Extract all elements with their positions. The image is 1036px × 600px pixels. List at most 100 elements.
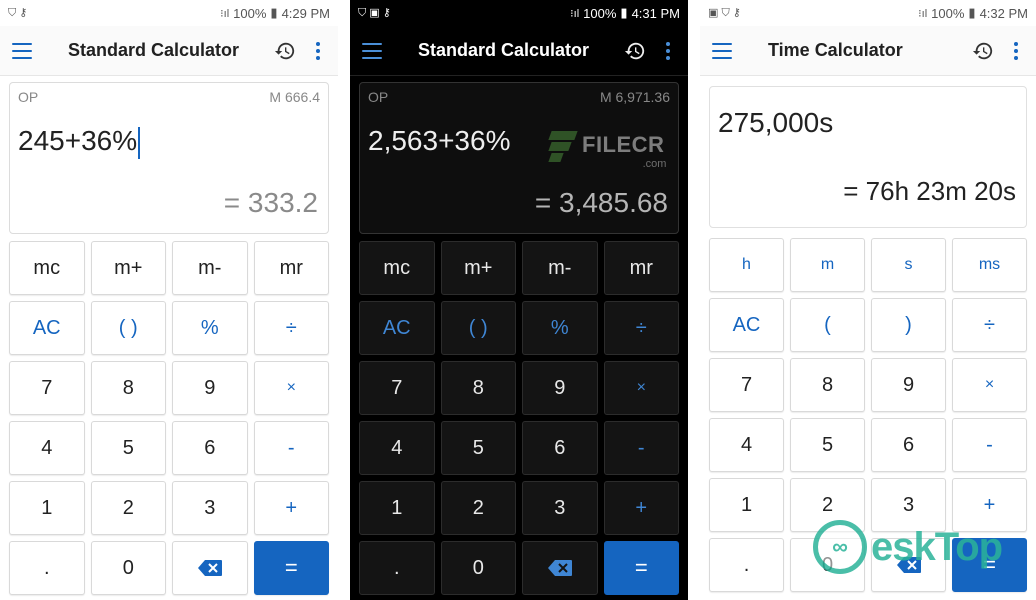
key-minus[interactable]: - (952, 418, 1027, 472)
key-9[interactable]: 9 (522, 361, 598, 415)
expression-input[interactable]: 2,563+36% (368, 125, 510, 157)
key-decimal[interactable]: . (709, 538, 784, 592)
key-backspace[interactable] (172, 541, 248, 595)
key-4[interactable]: 4 (9, 421, 85, 475)
key-parentheses[interactable]: ( ) (90, 301, 166, 355)
key-percent[interactable]: % (522, 301, 598, 355)
key-6[interactable]: 6 (172, 421, 248, 475)
key-clear[interactable]: AC (9, 301, 85, 355)
key-multiply[interactable]: × (253, 361, 329, 415)
watermark-mark (548, 125, 578, 165)
key-mc[interactable]: mc (359, 241, 435, 295)
key-parentheses[interactable]: ( ) (440, 301, 516, 355)
key-equals[interactable]: = (253, 541, 329, 595)
key-backspace[interactable] (522, 541, 598, 595)
key-m-plus[interactable]: m+ (440, 241, 516, 295)
menu-icon[interactable] (12, 42, 32, 59)
more-options-icon[interactable] (666, 41, 670, 60)
key-multiply[interactable]: × (952, 358, 1027, 412)
key-minus[interactable]: - (253, 421, 329, 475)
key-0[interactable]: 0 (440, 541, 516, 595)
expression-input[interactable]: 245+36% (18, 125, 141, 159)
key-divide[interactable]: ÷ (253, 301, 329, 355)
key-0[interactable]: 0 (90, 541, 166, 595)
key-4[interactable]: 4 (709, 418, 784, 472)
history-icon[interactable] (274, 40, 296, 62)
key-close-paren[interactable]: ) (871, 298, 946, 352)
key-m-plus[interactable]: m+ (90, 241, 166, 295)
app-bar: Standard Calculator (0, 26, 338, 76)
key-8[interactable]: 8 (790, 358, 865, 412)
key-2[interactable]: 2 (790, 478, 865, 532)
key-8[interactable]: 8 (90, 361, 166, 415)
key-mc[interactable]: mc (9, 241, 85, 295)
key-m-minus[interactable]: m- (172, 241, 248, 295)
key-6[interactable]: 6 (871, 418, 946, 472)
key-equals[interactable]: = (952, 538, 1027, 592)
key-equals[interactable]: = (603, 541, 679, 595)
key-0[interactable]: 0 (790, 538, 865, 592)
key-m-minus[interactable]: m- (522, 241, 598, 295)
key-decimal[interactable]: . (9, 541, 85, 595)
memory-value: M 666.4 (269, 89, 320, 105)
menu-icon[interactable] (362, 42, 382, 59)
key-6[interactable]: 6 (522, 421, 598, 475)
key-9[interactable]: 9 (172, 361, 248, 415)
key-plus[interactable]: + (603, 481, 679, 535)
key-3[interactable]: 3 (871, 478, 946, 532)
key-backspace[interactable] (871, 538, 946, 592)
key-mr[interactable]: mr (253, 241, 329, 295)
key-divide[interactable]: ÷ (952, 298, 1027, 352)
key-5[interactable]: 5 (440, 421, 516, 475)
key-1[interactable]: 1 (9, 481, 85, 535)
more-options-icon[interactable] (1014, 41, 1018, 60)
history-icon[interactable] (624, 40, 646, 62)
key-3[interactable]: 3 (522, 481, 598, 535)
key-clear[interactable]: AC (359, 301, 435, 355)
key-multiply[interactable]: × (603, 361, 679, 415)
status-time: 4:31 PM (631, 5, 680, 21)
key-1[interactable]: 1 (709, 478, 784, 532)
key-5[interactable]: 5 (90, 421, 166, 475)
notification-icons: ▣ ⛉ ⚷ (708, 7, 741, 19)
key-decimal[interactable]: . (359, 541, 435, 595)
calculator-display: 275,000s = 76h 23m 20s (709, 86, 1027, 228)
memory-value: M 6,971.36 (599, 89, 670, 105)
expression-input[interactable]: 275,000s (718, 107, 833, 139)
key-divide[interactable]: ÷ (603, 301, 679, 355)
watermark-sub: .com (642, 158, 667, 170)
key-9[interactable]: 9 (871, 358, 946, 412)
key-7[interactable]: 7 (709, 358, 784, 412)
menu-icon[interactable] (712, 42, 732, 59)
key-5[interactable]: 5 (790, 418, 865, 472)
key-1[interactable]: 1 (359, 481, 435, 535)
key-open-paren[interactable]: ( (790, 298, 865, 352)
history-icon[interactable] (972, 40, 994, 62)
key-clear[interactable]: AC (709, 298, 784, 352)
key-hours[interactable]: h (709, 238, 784, 292)
key-8[interactable]: 8 (440, 361, 516, 415)
key-2[interactable]: 2 (440, 481, 516, 535)
key-plus[interactable]: + (253, 481, 329, 535)
key-2[interactable]: 2 (90, 481, 166, 535)
battery-percent: 100% (233, 5, 267, 21)
key-7[interactable]: 7 (359, 361, 435, 415)
key-percent[interactable]: % (172, 301, 248, 355)
status-bar: ⛉ ⚷ ⁝ıl 100% ▮ 4:29 PM (0, 0, 338, 26)
key-mr[interactable]: mr (603, 241, 679, 295)
more-options-icon[interactable] (316, 41, 320, 60)
battery-icon: ▮ (968, 5, 976, 20)
key-seconds[interactable]: s (871, 238, 946, 292)
page-title: Standard Calculator (418, 40, 590, 60)
key-minutes[interactable]: m (790, 238, 865, 292)
expression-text: 245+36% (18, 125, 138, 156)
key-7[interactable]: 7 (9, 361, 85, 415)
key-minus[interactable]: - (603, 421, 679, 475)
text-cursor (138, 126, 141, 159)
key-plus[interactable]: + (952, 478, 1027, 532)
key-4[interactable]: 4 (359, 421, 435, 475)
expression-text: 2,563+36% (368, 125, 511, 156)
key-milliseconds[interactable]: ms (952, 238, 1027, 292)
key-3[interactable]: 3 (172, 481, 248, 535)
result-value: = 76h 23m 20s (843, 176, 1016, 206)
